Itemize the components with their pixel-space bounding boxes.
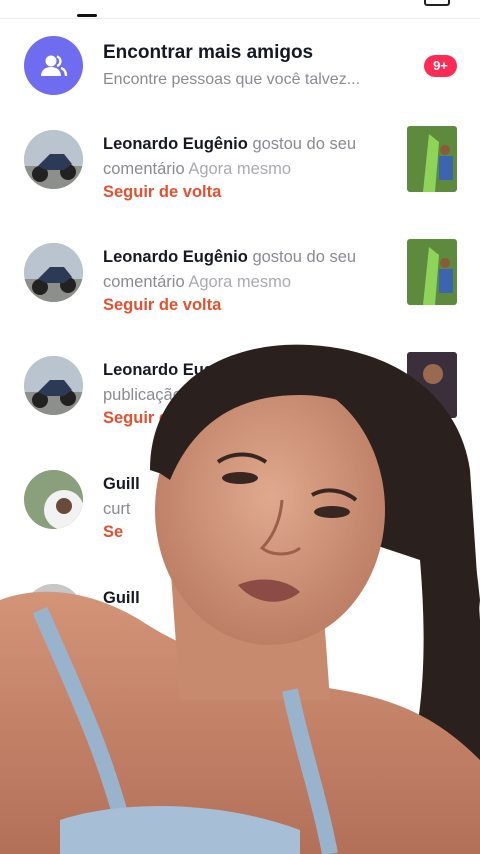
notification-item[interactable]: Leonardo Eugê publicação Seguir de v	[0, 352, 480, 462]
user-name[interactable]: Leonardo Eugê	[103, 361, 223, 379]
video-thumbnail[interactable]	[407, 126, 457, 192]
find-friends-row[interactable]: Encontrar mais amigos Encontre pessoas q…	[0, 30, 480, 102]
notification-item[interactable]: Leonardo Eugênio gostou do seu comentári…	[0, 126, 480, 236]
inbox-icon[interactable]	[424, 0, 450, 6]
notification-time: Agora mesmo	[188, 160, 292, 178]
avatar[interactable]	[24, 356, 83, 415]
user-name[interactable]: Guill	[103, 589, 140, 607]
notification-text: Leonardo Eugênio gostou do seu comentári…	[103, 245, 393, 295]
user-name[interactable]: Leonardo Eugênio	[103, 248, 248, 266]
notification-text: Leonardo Eugê publicação	[103, 358, 393, 408]
add-friends-icon	[24, 36, 83, 95]
find-friends-subtitle: Encontre pessoas que você talvez...	[103, 71, 361, 88]
notification-item[interactable]: Guill	[0, 580, 480, 690]
user-name[interactable]: Guill	[103, 475, 140, 493]
find-friends-title: Encontrar mais amigos	[103, 42, 314, 63]
avatar[interactable]	[24, 584, 83, 643]
notification-item[interactable]: Guill curt Se	[0, 466, 480, 576]
notification-count-badge: 9+	[424, 55, 457, 77]
video-thumbnail[interactable]	[407, 352, 457, 418]
notification-text: Guill	[103, 586, 393, 611]
notification-action: curt	[103, 500, 131, 518]
notification-time: Agora mesmo	[188, 273, 292, 291]
video-thumbnail[interactable]	[407, 239, 457, 305]
follow-back-button[interactable]: Se	[103, 523, 123, 542]
avatar[interactable]	[24, 130, 83, 189]
notification-text: Leonardo Eugênio gostou do seu comentári…	[103, 132, 393, 182]
user-name[interactable]: Leonardo Eugênio	[103, 135, 248, 153]
follow-back-button[interactable]: Seguir de volta	[103, 183, 221, 202]
notification-action: publicação	[103, 386, 182, 404]
tab-bar	[0, 0, 480, 19]
follow-back-button[interactable]: Seguir de volta	[103, 296, 221, 315]
avatar[interactable]	[24, 243, 83, 302]
notification-text: Guill curt	[103, 472, 393, 522]
follow-back-button[interactable]: Seguir de v	[103, 409, 192, 428]
notification-item[interactable]: Leonardo Eugênio gostou do seu comentári…	[0, 239, 480, 349]
active-tab-indicator	[77, 14, 97, 17]
avatar[interactable]	[24, 470, 83, 529]
